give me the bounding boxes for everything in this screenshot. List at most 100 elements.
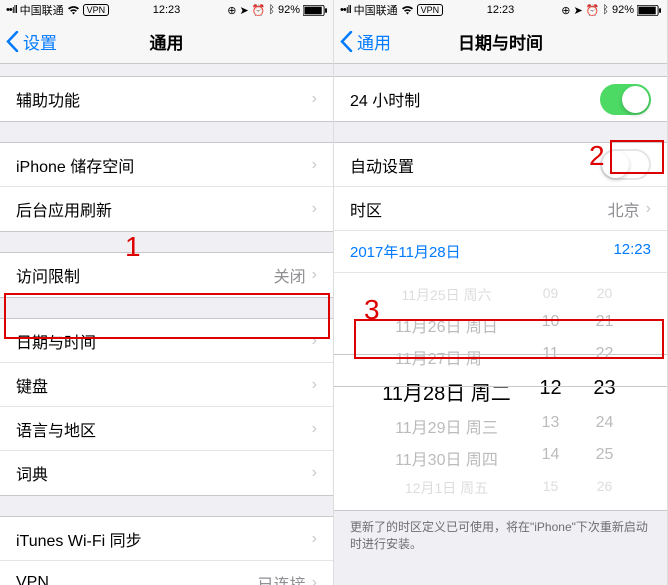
- battery-icon: [637, 5, 661, 16]
- row-dictionary[interactable]: 词典 ›: [0, 451, 333, 495]
- vpn-badge: VPN: [83, 4, 110, 16]
- picker-hour: 14: [536, 446, 566, 470]
- picker-minute: 25: [590, 446, 620, 470]
- row-vpn[interactable]: VPN 已连接 ›: [0, 561, 333, 585]
- row-language-region[interactable]: 语言与地区 ›: [0, 407, 333, 451]
- chevron-right-icon: ›: [312, 530, 317, 548]
- datetime-picker[interactable]: 11月25日 周六0920 11月26日 周日1021 11月27日 周一112…: [334, 273, 667, 510]
- picker-date: 11月26日 周日: [382, 313, 512, 337]
- picker-hour-selected: 12: [536, 377, 566, 406]
- row-label: iTunes Wi-Fi 同步: [16, 527, 312, 551]
- chevron-left-icon: [340, 31, 353, 52]
- status-time: 12:23: [487, 4, 515, 16]
- row-label: VPN: [16, 574, 258, 585]
- row-label: 词典: [16, 461, 312, 485]
- orientation-lock-icon: ⊕: [561, 4, 570, 17]
- picker-date: 11月30日 周四: [382, 446, 512, 470]
- current-datetime-header[interactable]: 2017年11月28日 12:23: [334, 231, 667, 273]
- wifi-icon: [401, 5, 414, 15]
- row-label: 语言与地区: [16, 417, 312, 441]
- row-label: 后台应用刷新: [16, 197, 312, 221]
- chevron-right-icon: ›: [312, 266, 317, 284]
- picker-date-selected: 11月28日 周二: [382, 377, 512, 406]
- row-label: 辅助功能: [16, 87, 312, 111]
- back-label: 设置: [23, 29, 57, 54]
- chevron-right-icon: ›: [312, 376, 317, 394]
- chevron-right-icon: ›: [312, 156, 317, 174]
- row-value: 已连接: [258, 571, 306, 585]
- battery-icon: [303, 5, 327, 16]
- picker-minute: 24: [590, 414, 620, 438]
- toggle-auto-set[interactable]: [600, 149, 651, 180]
- row-auto-set[interactable]: 自动设置: [334, 143, 667, 187]
- location-icon: ➤: [573, 4, 582, 17]
- signal-icon: [340, 4, 351, 16]
- status-bar: 中国联通 VPN 12:23 ⊕ ➤ ⏰ ᛒ 92%: [334, 0, 667, 20]
- back-button[interactable]: 通用: [334, 29, 391, 54]
- row-label: 访问限制: [16, 263, 274, 287]
- back-button[interactable]: 设置: [0, 29, 57, 54]
- row-label: 键盘: [16, 373, 312, 397]
- row-timezone[interactable]: 时区 北京 ›: [334, 187, 667, 231]
- phone-left-general: 中国联通 VPN 12:23 ⊕ ➤ ⏰ ᛒ 92% 设置 通用 辅助功能 ›: [0, 0, 334, 585]
- picker-minute: 22: [590, 345, 620, 369]
- picker-date: 11月29日 周三: [382, 414, 512, 438]
- carrier-label: 中国联通: [354, 2, 398, 18]
- settings-list[interactable]: 辅助功能 › iPhone 储存空间 › 后台应用刷新 › 访问限制 关闭 › …: [0, 64, 333, 585]
- footer-note: 更新了的时区定义已可使用，将在"iPhone"下次重新启动时进行安装。: [334, 511, 667, 561]
- picker-minute-selected: 23: [590, 377, 620, 406]
- nav-bar: 通用 日期与时间: [334, 20, 667, 64]
- status-bar: 中国联通 VPN 12:23 ⊕ ➤ ⏰ ᛒ 92%: [0, 0, 333, 20]
- chevron-right-icon: ›: [312, 420, 317, 438]
- vpn-badge: VPN: [417, 4, 444, 16]
- chevron-right-icon: ›: [312, 200, 317, 218]
- picker-minute: 21: [590, 313, 620, 337]
- toggle-24hour[interactable]: [600, 84, 651, 115]
- row-storage[interactable]: iPhone 储存空间 ›: [0, 143, 333, 187]
- row-label: 自动设置: [350, 153, 600, 177]
- row-label: 时区: [350, 197, 608, 221]
- row-keyboard[interactable]: 键盘 ›: [0, 363, 333, 407]
- row-label: 日期与时间: [16, 329, 312, 353]
- signal-icon: [6, 4, 17, 16]
- row-accessibility[interactable]: 辅助功能 ›: [0, 77, 333, 121]
- picker-hour: 09: [536, 285, 566, 305]
- picker-date: 12月1日 周五: [382, 478, 512, 498]
- picker-date: 11月25日 周六: [382, 285, 512, 305]
- row-24hour[interactable]: 24 小时制: [334, 77, 667, 121]
- picker-hour: 10: [536, 313, 566, 337]
- row-label: iPhone 储存空间: [16, 153, 312, 177]
- bluetooth-icon: ᛒ: [602, 4, 609, 16]
- location-icon: ➤: [239, 4, 248, 17]
- nav-bar: 设置 通用: [0, 20, 333, 64]
- chevron-left-icon: [6, 31, 19, 52]
- picker-divider: [334, 386, 667, 387]
- status-time: 12:23: [153, 4, 181, 16]
- page-title: 通用: [150, 29, 184, 54]
- row-datetime[interactable]: 日期与时间 ›: [0, 319, 333, 363]
- datetime-settings[interactable]: 24 小时制 自动设置 时区 北京 › 2017年11月28日 12:23 11…: [334, 64, 667, 585]
- row-value: 关闭: [274, 263, 306, 287]
- carrier-label: 中国联通: [20, 2, 64, 18]
- picker-hour: 15: [536, 478, 566, 498]
- row-background-refresh[interactable]: 后台应用刷新 ›: [0, 187, 333, 231]
- phone-right-datetime: 中国联通 VPN 12:23 ⊕ ➤ ⏰ ᛒ 92% 通用 日期与时间 24 小…: [334, 0, 668, 585]
- back-label: 通用: [357, 29, 391, 54]
- chevron-right-icon: ›: [312, 90, 317, 108]
- row-restrictions[interactable]: 访问限制 关闭 ›: [0, 253, 333, 297]
- chevron-right-icon: ›: [312, 464, 317, 482]
- picker-hour: 13: [536, 414, 566, 438]
- picker-minute: 20: [590, 285, 620, 305]
- alarm-icon: ⏰: [252, 4, 266, 17]
- wifi-icon: [67, 5, 80, 15]
- chevron-right-icon: ›: [646, 200, 651, 218]
- current-date: 2017年11月28日: [350, 241, 461, 262]
- picker-hour: 11: [536, 345, 566, 369]
- alarm-icon: ⏰: [586, 4, 600, 17]
- orientation-lock-icon: ⊕: [227, 4, 236, 17]
- battery-percent: 92%: [612, 4, 634, 16]
- current-time: 12:23: [613, 241, 651, 262]
- toggle-knob: [622, 86, 649, 113]
- picker-minute: 26: [590, 478, 620, 498]
- row-itunes-wifi[interactable]: iTunes Wi-Fi 同步 ›: [0, 517, 333, 561]
